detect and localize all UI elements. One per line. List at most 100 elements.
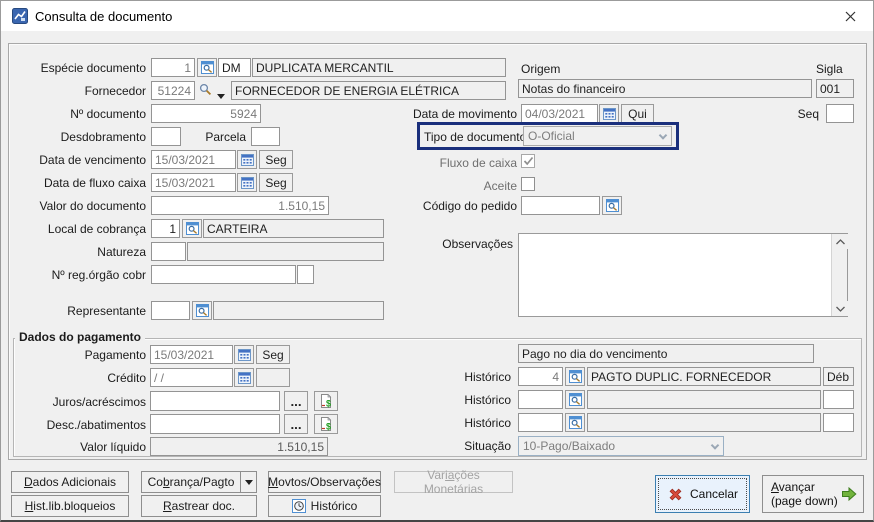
search-icon [568, 416, 582, 429]
dados-adicionais-button[interactable]: Dados Adicionais [11, 471, 129, 493]
fornecedor-dropdown-icon[interactable] [217, 94, 225, 99]
descontos-input[interactable] [150, 414, 280, 434]
codigo-pedido-lookup-button[interactable] [602, 196, 622, 215]
data-fluxo-label: Data de fluxo caixa [43, 176, 146, 190]
representante-lookup-button[interactable] [192, 301, 212, 320]
especie-desc-field: DUPLICATA MERCANTIL [252, 58, 506, 77]
representante-code-input[interactable] [151, 301, 190, 320]
sigla-field: 001 [816, 79, 854, 98]
valor-documento-input[interactable]: 1.510,15 [151, 196, 329, 215]
situacao-label: Situação [464, 439, 511, 453]
natureza-label: Natureza [97, 245, 146, 259]
natureza-code-input[interactable] [151, 242, 186, 261]
situacao-select[interactable]: 10-Pago/Baixado [518, 436, 724, 456]
descontos-money-button[interactable]: $ [314, 414, 338, 434]
aceite-checkbox[interactable] [521, 177, 535, 191]
especie-code-input[interactable]: 1 [151, 58, 195, 77]
data-movimento-input[interactable]: 04/03/2021 [521, 104, 598, 123]
svg-text:$: $ [326, 421, 331, 431]
sigla-label: Sigla [816, 62, 843, 76]
fornecedor-code-input[interactable]: 51224 [151, 81, 195, 100]
especie-lookup-button[interactable] [197, 58, 217, 77]
data-fluxo-input[interactable]: 15/03/2021 [151, 173, 236, 192]
variacoes-monetarias-button: Variações Monetárias [394, 468, 513, 496]
tipo-documento-label: Tipo de documento [424, 130, 527, 144]
descontos-ellipsis-button[interactable]: ... [284, 414, 308, 434]
juros-money-button[interactable]: $ [314, 391, 338, 411]
app-icon [12, 8, 28, 24]
historico3-lookup-button[interactable] [565, 413, 585, 432]
search-icon [605, 199, 619, 212]
fornecedor-lookup-button[interactable] [198, 82, 213, 100]
historico2-code-input[interactable] [518, 390, 563, 409]
codigo-pedido-label: Código do pedido [422, 199, 517, 213]
movtos-observacoes-button[interactable]: Movtos/Observações [268, 471, 381, 493]
origem-label: Origem [521, 62, 561, 76]
scroll-down-icon[interactable] [832, 301, 848, 316]
local-cobranca-lookup-button[interactable] [182, 219, 202, 238]
origem-field: Notas do financeiro [518, 79, 812, 98]
fornecedor-desc-field: FORNECEDOR DE ENERGIA ELÉTRICA [231, 81, 506, 100]
data-vencimento-label: Data de vencimento [39, 153, 146, 167]
titlebar: Consulta de documento [1, 1, 873, 31]
hist-lib-bloqueios-button[interactable]: Hist.lib.bloqueios [11, 495, 129, 517]
especie-sigla-field[interactable]: DM [218, 58, 251, 77]
seq-label: Seq [797, 107, 819, 121]
codigo-pedido-input[interactable] [521, 196, 600, 215]
reg-orgao-input[interactable] [151, 265, 296, 284]
parcela-input[interactable] [251, 127, 280, 146]
rastrear-doc-button[interactable]: Rastrear doc. [141, 495, 257, 517]
desdobramento-input[interactable] [151, 127, 181, 146]
calendar-icon [237, 371, 251, 384]
representante-desc-field [213, 301, 384, 320]
num-documento-input[interactable]: 5924 [151, 104, 261, 123]
aceite-label: Aceite [483, 179, 517, 193]
fluxo-caixa-label: Fluxo de caixa [439, 156, 517, 170]
data-vencimento-weekday: Seg [259, 150, 293, 169]
credito-weekday [256, 368, 290, 387]
chevron-down-icon [710, 441, 720, 450]
juros-input[interactable] [150, 391, 280, 411]
fluxo-caixa-checkbox [521, 154, 535, 168]
historico2-desc-field [587, 390, 821, 409]
cancelar-button[interactable]: Cancelar [655, 475, 750, 513]
valor-liquido-label: Valor líquido [80, 440, 146, 454]
data-movimento-label: Data de movimento [412, 107, 517, 121]
cobranca-pagto-button[interactable]: Cobrança/Pagto [141, 471, 257, 493]
money-document-icon: $ [320, 416, 331, 431]
calendar-icon [602, 107, 616, 120]
historico1-lookup-button[interactable] [565, 367, 585, 386]
historico3-code-input[interactable] [518, 413, 563, 432]
reg-orgao-input2[interactable] [297, 265, 314, 284]
svg-text:$: $ [326, 398, 331, 408]
scroll-up-icon[interactable] [832, 234, 848, 249]
credito-calendar-button[interactable] [234, 368, 254, 387]
historico3-tipo-field [823, 413, 854, 432]
data-fluxo-calendar-button[interactable] [237, 173, 257, 192]
search-icon [200, 61, 214, 74]
tipo-documento-select[interactable]: O-Oficial [523, 126, 672, 146]
data-vencimento-calendar-button[interactable] [237, 150, 257, 169]
historico2-lookup-button[interactable] [565, 390, 585, 409]
data-movimento-calendar-button[interactable] [599, 104, 619, 123]
local-cobranca-code-input[interactable]: 1 [151, 219, 180, 238]
cobranca-dropdown-icon[interactable] [240, 472, 256, 492]
local-cobranca-desc-field: CARTEIRA [203, 219, 384, 238]
seq-input[interactable] [826, 104, 854, 123]
data-vencimento-input[interactable]: 15/03/2021 [151, 150, 236, 169]
close-button[interactable] [827, 1, 873, 31]
window-title: Consulta de documento [35, 9, 173, 24]
local-cobranca-label: Local de cobrança [47, 222, 146, 236]
historico1-tipo-field: Déb [823, 367, 854, 386]
avancar-button[interactable]: Avançar (page down) [762, 475, 864, 513]
pagamento-calendar-button[interactable] [234, 345, 254, 364]
calendar-icon [237, 348, 251, 361]
pagamento-input[interactable]: 15/03/2021 [150, 345, 233, 364]
historico1-code-input[interactable]: 4 [518, 367, 563, 386]
representante-label: Representante [67, 304, 146, 318]
observacoes-scrollbar[interactable] [831, 234, 848, 316]
juros-ellipsis-button[interactable]: ... [284, 391, 308, 411]
credito-input[interactable]: / / [150, 368, 233, 387]
historico-button[interactable]: Histórico [268, 495, 381, 517]
observacoes-textarea[interactable] [518, 233, 848, 317]
